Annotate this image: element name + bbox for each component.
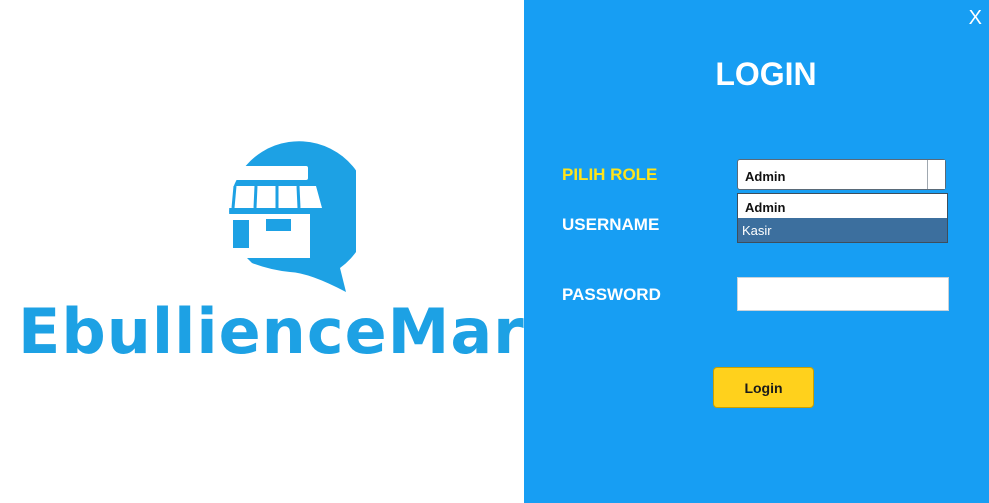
role-dropdown-list: Admin Kasir [737, 193, 948, 243]
brand-name: EbullienceMart [18, 295, 556, 368]
password-field[interactable] [737, 277, 949, 311]
role-select[interactable]: Admin [737, 159, 946, 190]
brand-panel: EbullienceMart [0, 0, 556, 503]
close-button[interactable]: X [969, 8, 982, 28]
username-label: USERNAME [562, 215, 660, 234]
chevron-down-icon[interactable] [927, 160, 945, 189]
login-panel: X LOGIN PILIH ROLE Admin Admin Kasir USE… [524, 0, 989, 503]
role-option-admin[interactable]: Admin [738, 194, 947, 218]
role-option-kasir[interactable]: Kasir [738, 218, 947, 242]
login-button[interactable]: Login [713, 367, 814, 408]
role-select-value: Admin [745, 169, 786, 184]
login-title: LOGIN [715, 56, 817, 92]
store-awning-icon [208, 141, 356, 292]
role-label: PILIH ROLE [562, 165, 658, 184]
password-label: PASSWORD [562, 285, 661, 304]
